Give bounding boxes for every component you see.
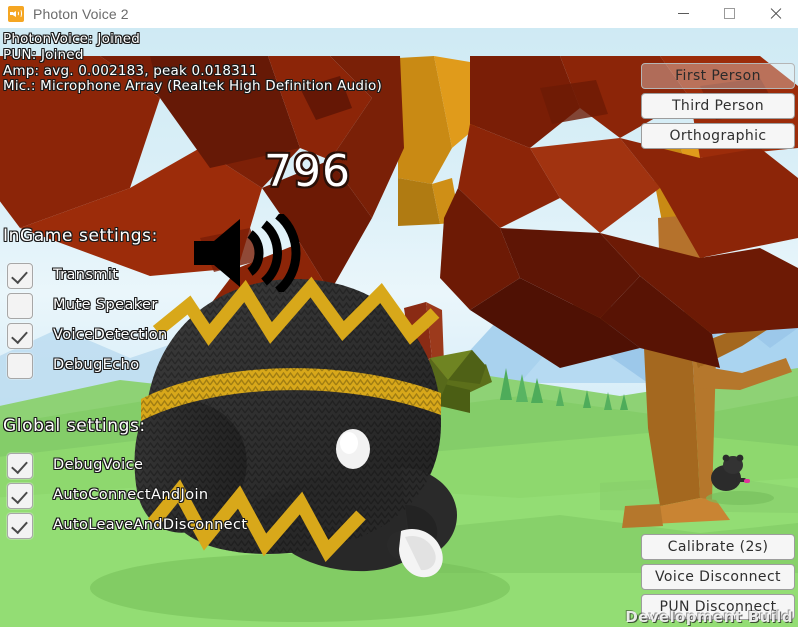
connection-status-text: PhotonVoice: Joined PUN: Joined Amp: avg…: [3, 31, 382, 95]
calibrate-button[interactable]: Calibrate (2s): [641, 534, 795, 560]
close-button[interactable]: [752, 0, 798, 28]
transmit-label: Transmit: [53, 267, 119, 283]
checkbox-row-transmit[interactable]: Transmit: [7, 263, 118, 289]
debug-voice-label: DebugVoice: [53, 457, 144, 473]
checkbox-row-debug-echo[interactable]: DebugEcho: [7, 353, 139, 379]
debug-voice-checkbox[interactable]: [7, 453, 33, 479]
window-title: Photon Voice 2: [33, 5, 129, 22]
voice-detection-label: VoiceDetection: [53, 327, 168, 343]
checkbox-row-voice-detection[interactable]: VoiceDetection: [7, 323, 168, 349]
auto-connect-and-join-label: AutoConnectAndJoin: [53, 487, 209, 503]
camera-button-third-person[interactable]: Third Person: [641, 93, 795, 119]
speaker-wave-icon: [194, 214, 301, 292]
voice-disconnect-button-label: Voice Disconnect: [655, 569, 781, 585]
window-controls: [660, 0, 798, 28]
auto-connect-and-join-checkbox[interactable]: [7, 483, 33, 509]
voice-detection-checkbox[interactable]: [7, 323, 33, 349]
status-line-photonvoice: PhotonVoice: Joined: [3, 31, 141, 47]
voice-disconnect-button[interactable]: Voice Disconnect: [641, 564, 795, 590]
checkbox-row-auto-leave-and-disconnect[interactable]: AutoLeaveAndDisconnect: [7, 513, 248, 539]
camera-button-label: Orthographic: [669, 128, 767, 144]
status-line-mic: Mic.: Microphone Array (Realtek High Def…: [3, 78, 382, 95]
global-settings-heading: Global settings:: [3, 416, 146, 436]
title-bar: Photon Voice 2: [0, 0, 798, 28]
mute-speaker-label: Mute Speaker: [53, 297, 158, 313]
status-line-amp: Amp: avg. 0.002183, peak 0.018311: [3, 62, 258, 79]
maximize-button[interactable]: [706, 0, 752, 28]
transmit-checkbox[interactable]: [7, 263, 33, 289]
checkbox-row-mute-speaker[interactable]: Mute Speaker: [7, 293, 158, 319]
app-speaker-icon: [8, 5, 24, 22]
calibrate-button-label: Calibrate (2s): [667, 539, 769, 555]
camera-button-orthographic[interactable]: Orthographic: [641, 123, 795, 149]
camera-button-label: First Person: [675, 68, 761, 84]
development-build-watermark: Development Build: [625, 608, 793, 626]
checkbox-row-debug-voice[interactable]: DebugVoice: [7, 453, 143, 479]
hud-overlay: PhotonVoice: Joined PUN: Joined Amp: avg…: [0, 28, 798, 627]
camera-button-label: Third Person: [671, 98, 764, 114]
mute-speaker-checkbox[interactable]: [7, 293, 33, 319]
auto-leave-and-disconnect-label: AutoLeaveAndDisconnect: [53, 517, 248, 533]
status-line-pun: PUN: Joined: [3, 46, 84, 63]
debug-echo-checkbox[interactable]: [7, 353, 33, 379]
fps-counter: 796: [264, 146, 351, 197]
debug-echo-label: DebugEcho: [53, 357, 140, 373]
auto-leave-and-disconnect-checkbox[interactable]: [7, 513, 33, 539]
ingame-settings-heading: InGame settings:: [3, 226, 158, 246]
application-window: Photon Voice 2 PhotonVoice: Joined PUN: …: [0, 0, 798, 627]
minimize-button[interactable]: [660, 0, 706, 28]
checkbox-row-auto-connect-and-join[interactable]: AutoConnectAndJoin: [7, 483, 209, 509]
camera-button-first-person[interactable]: First Person: [641, 63, 795, 89]
